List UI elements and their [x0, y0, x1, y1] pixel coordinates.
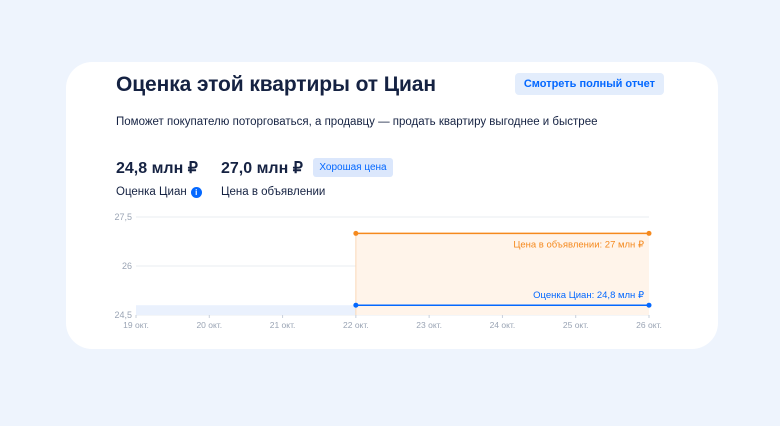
x-tick-label: 23 окт. — [416, 320, 442, 330]
x-tick-label: 22 окт. — [343, 320, 369, 330]
listing-price-line-point — [353, 230, 359, 236]
x-tick-label: 26 окт. — [636, 320, 662, 330]
listing-price-label: Цена в объявлении: 27 млн ₽ — [513, 239, 645, 250]
x-tick-label: 25 окт. — [563, 320, 589, 330]
price-chart: 27,5 26 24,519 окт. 20 окт. 21 окт. 22 окт. 23… — [114, 212, 662, 330]
x-tick-label: 19 окт. — [123, 320, 149, 330]
estimate-card: Оценка этой квартиры от Циан Смотреть по… — [66, 62, 718, 349]
listing-price-line-point — [646, 230, 652, 236]
estimate-line-point — [646, 302, 652, 308]
x-tick-label: 24 окт. — [490, 320, 516, 330]
estimate-label-chart: Оценка Циан: 24,8 млн ₽ — [533, 290, 645, 301]
y-tick-label: 26 — [122, 261, 132, 271]
x-tick-label: 20 окт. — [196, 320, 222, 330]
y-tick-label: 24,5 — [114, 310, 132, 320]
chart-grid — [135, 216, 650, 318]
estimate-line-point — [353, 302, 359, 308]
x-tick-label: 21 окт. — [270, 320, 296, 330]
y-tick-label: 27,5 — [114, 212, 132, 222]
